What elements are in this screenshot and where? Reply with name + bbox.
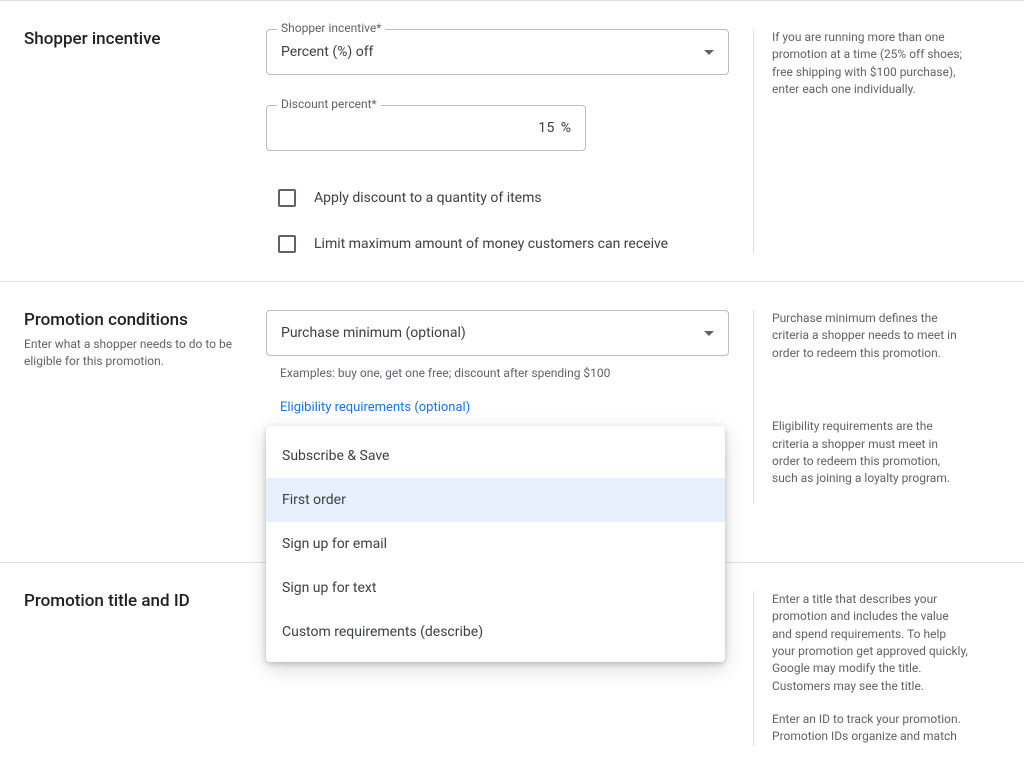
field-label: Shopper incentive* (277, 21, 385, 35)
percent-value: 15 (281, 120, 559, 136)
purchase-minimum-hint: Examples: buy one, get one free; discoun… (266, 366, 729, 380)
select-value: Percent (%) off (281, 44, 704, 60)
menu-item-signup-text[interactable]: Sign up for text (266, 566, 725, 610)
checkbox-label: Limit maximum amount of money customers … (314, 236, 668, 252)
checkbox-icon (278, 189, 296, 207)
help-text: Eligibility requirements are the criteri… (772, 418, 968, 488)
section-title: Promotion title and ID (24, 591, 242, 611)
purchase-minimum-select[interactable]: Purchase minimum (optional) (266, 310, 729, 356)
select-value: Purchase minimum (optional) (281, 325, 704, 341)
menu-item-subscribe-save[interactable]: Subscribe & Save (266, 434, 725, 478)
menu-item-custom-requirements[interactable]: Custom requirements (describe) (266, 610, 725, 654)
help-text: Enter an ID to track your promotion. Pro… (772, 711, 968, 746)
menu-item-signup-email[interactable]: Sign up for email (266, 522, 725, 566)
help-text: Enter a title that describes your promot… (772, 591, 968, 695)
eligibility-link[interactable]: Eligibility requirements (optional) (266, 400, 729, 415)
section-title: Promotion conditions (24, 310, 242, 330)
percent-suffix: % (561, 120, 571, 136)
help-text: Purchase minimum defines the criteria a … (772, 310, 968, 362)
section-shopper-incentive: Shopper incentive Shopper incentive* Per… (0, 0, 1024, 281)
checkbox-icon (278, 235, 296, 253)
discount-percent-input[interactable]: Discount percent* 15 % (266, 105, 586, 151)
section-title: Shopper incentive (24, 29, 242, 49)
eligibility-dropdown-menu: Subscribe & Save First order Sign up for… (266, 426, 725, 662)
checkbox-label: Apply discount to a quantity of items (314, 190, 542, 206)
menu-item-first-order[interactable]: First order (266, 478, 725, 522)
help-text: If you are running more than one promoti… (772, 29, 968, 99)
field-label: Discount percent* (277, 97, 381, 111)
dropdown-icon (704, 50, 714, 55)
dropdown-icon (704, 331, 714, 336)
shopper-incentive-select[interactable]: Shopper incentive* Percent (%) off (266, 29, 729, 75)
checkbox-apply-quantity[interactable]: Apply discount to a quantity of items (266, 189, 729, 207)
checkbox-limit-max[interactable]: Limit maximum amount of money customers … (266, 235, 729, 253)
section-subtitle: Enter what a shopper needs to do to be e… (24, 336, 242, 371)
